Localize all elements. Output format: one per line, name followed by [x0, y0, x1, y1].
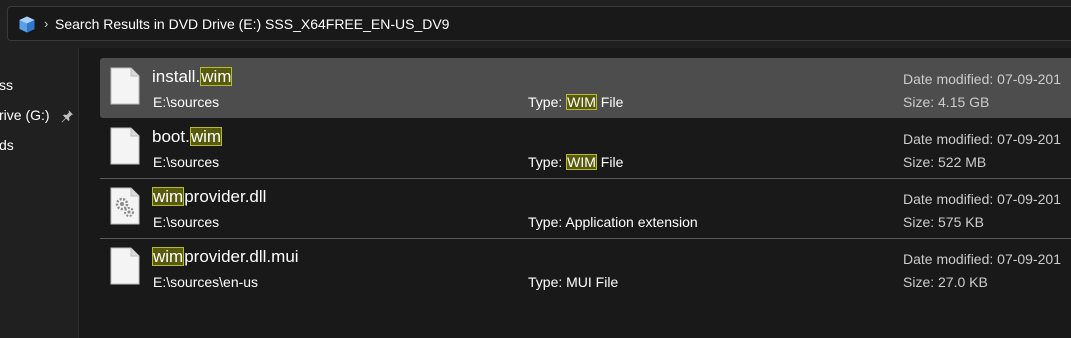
result-row-wimprovider-dll-mui[interactable]: wimprovider.dll.mui E:\sources\en-us Typ…	[100, 238, 1071, 298]
file-size: Size: 27.0 KB	[903, 274, 988, 290]
sidebar-item-quick-access[interactable]: ss	[0, 77, 13, 93]
file-type: Type: WIM File	[528, 154, 624, 170]
file-type: Type: WIM File	[528, 94, 624, 110]
file-size: Size: 575 KB	[903, 214, 984, 230]
date-modified: Date modified: 07-09-201	[903, 191, 1061, 207]
file-location: E:\sources	[153, 214, 220, 230]
file-icon	[110, 127, 140, 165]
dvd-drive-icon	[19, 16, 35, 33]
breadcrumb[interactable]: Search Results in DVD Drive (E:) SSS_X64…	[55, 16, 449, 32]
search-highlight: wim	[200, 67, 233, 86]
file-location: E:\sources\en-us	[153, 274, 259, 290]
file-size: Size: 4.15 GB	[903, 94, 990, 110]
file-icon	[110, 67, 140, 105]
breadcrumb-chevron-icon[interactable]: ›	[44, 16, 48, 31]
sidebar-item-drive-g[interactable]: rive (G:)	[0, 107, 50, 123]
search-results-list: install.wim E:\sources Type: WIM File Da…	[80, 48, 1071, 338]
file-name: wimprovider.dll	[152, 187, 267, 206]
search-highlight: wim	[152, 187, 185, 206]
date-modified: Date modified: 07-09-201	[903, 131, 1061, 147]
result-row-install-wim[interactable]: install.wim E:\sources Type: WIM File Da…	[100, 58, 1071, 118]
address-bar-area: › Search Results in DVD Drive (E:) SSS_X…	[0, 0, 1071, 48]
address-bar[interactable]: › Search Results in DVD Drive (E:) SSS_X…	[7, 6, 1071, 41]
file-name: wimprovider.dll.mui	[152, 247, 299, 266]
file-location: E:\sources	[153, 94, 220, 110]
search-highlight: WIM	[566, 154, 597, 170]
file-type: Type: MUI File	[528, 274, 619, 290]
search-highlight: wim	[189, 127, 223, 146]
search-highlight: WIM	[566, 94, 597, 110]
pin-icon[interactable]	[60, 109, 74, 123]
date-modified: Date modified: 07-09-201	[903, 71, 1061, 87]
file-name: boot.wim	[152, 127, 223, 146]
file-type: Type: Application extension	[528, 214, 698, 230]
file-icon	[110, 247, 140, 285]
sidebar-item-downloads[interactable]: ds	[0, 137, 14, 153]
file-location: E:\sources	[153, 154, 220, 170]
navigation-pane: ss rive (G:) ds	[0, 48, 79, 338]
result-row-wimprovider-dll[interactable]: wimprovider.dll E:\sources Type: Applica…	[100, 178, 1071, 238]
search-highlight: wim	[152, 247, 185, 266]
dll-gear-icon	[110, 187, 140, 225]
date-modified: Date modified: 07-09-201	[903, 251, 1061, 267]
file-name: install.wim	[152, 67, 233, 86]
file-size: Size: 522 MB	[903, 154, 987, 170]
result-row-boot-wim[interactable]: boot.wim E:\sources Type: WIM File Date …	[100, 118, 1071, 178]
